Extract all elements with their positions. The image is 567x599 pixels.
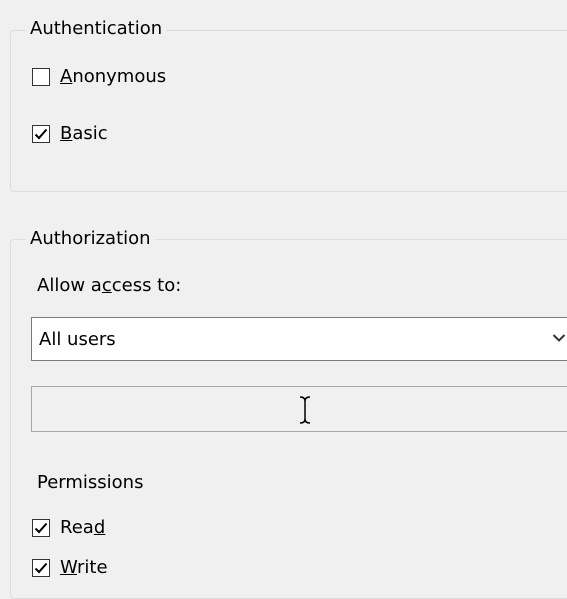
checkmark-icon <box>34 522 48 534</box>
allow-access-label: Allow access to: <box>37 275 182 296</box>
checkmark-icon <box>34 562 48 574</box>
authentication-group <box>10 30 567 192</box>
basic-label: Basic <box>60 123 108 144</box>
checkmark-icon <box>34 128 48 140</box>
allow-access-select-value: All users <box>39 328 116 350</box>
basic-checkbox-row[interactable]: Basic <box>32 121 108 147</box>
allow-access-select[interactable]: All users <box>31 317 567 361</box>
anonymous-label: Anonymous <box>60 66 167 87</box>
permissions-label: Permissions <box>37 472 144 493</box>
authentication-legend: Authentication <box>26 18 167 40</box>
i-beam-cursor-icon <box>299 396 311 424</box>
anonymous-checkbox[interactable] <box>32 68 50 86</box>
write-label: Write <box>60 557 108 578</box>
chevron-down-icon[interactable] <box>552 333 566 343</box>
read-checkbox-row[interactable]: Read <box>32 515 105 541</box>
read-checkbox[interactable] <box>32 519 50 537</box>
write-checkbox-row[interactable]: Write <box>32 555 108 581</box>
read-label: Read <box>60 517 106 538</box>
authorization-legend: Authorization <box>26 228 155 250</box>
anonymous-checkbox-row[interactable]: Anonymous <box>32 64 166 90</box>
basic-checkbox[interactable] <box>32 125 50 143</box>
write-checkbox[interactable] <box>32 559 50 577</box>
